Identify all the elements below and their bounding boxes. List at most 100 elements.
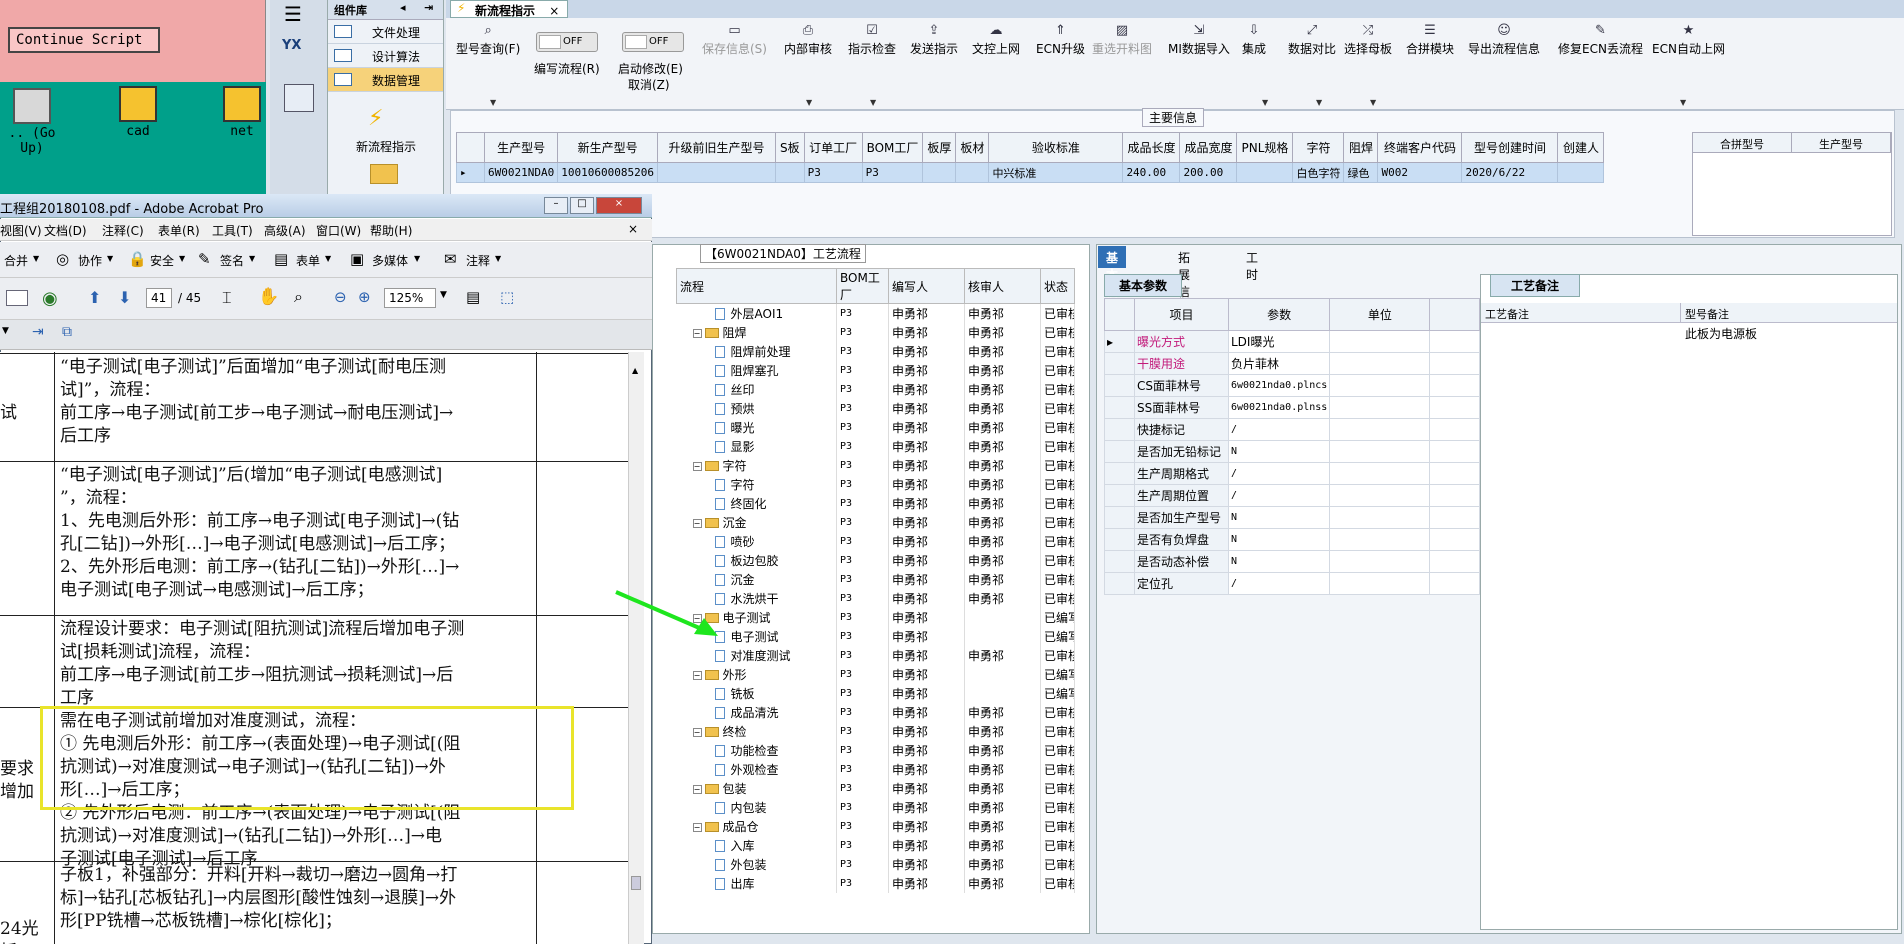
reselect-cutting-button[interactable]: ▨ 重选开料图 bbox=[1092, 22, 1152, 57]
acrobat-tool-lock[interactable]: 安全 bbox=[150, 252, 174, 269]
column-header[interactable]: 升级前旧生产型号 bbox=[656, 132, 776, 163]
new-flow-launch[interactable]: 新流程指示 bbox=[328, 138, 444, 155]
column-header[interactable]: 成品长度 bbox=[1122, 132, 1181, 163]
lightning-icon[interactable]: ⚡ bbox=[368, 106, 383, 131]
yx-logo-icon[interactable]: YX bbox=[282, 38, 316, 68]
next-page-icon[interactable]: ⬇ bbox=[118, 288, 131, 307]
table-cell[interactable] bbox=[922, 162, 957, 183]
lib-item-data-management[interactable]: 数据管理 bbox=[328, 68, 443, 92]
prev-page-icon[interactable]: ⬆ bbox=[88, 288, 101, 307]
collapse-icon[interactable]: − bbox=[692, 727, 702, 737]
tab-basic-info[interactable]: 基本信息 bbox=[1098, 246, 1127, 316]
maximize-icon[interactable]: □ bbox=[570, 197, 594, 214]
param-row[interactable]: 是否加无铅标记 N bbox=[1104, 440, 1481, 463]
save-info-button[interactable]: ▭ 保存信息(S) bbox=[702, 22, 767, 57]
integrate-button[interactable]: ⇩ 集成 bbox=[1242, 22, 1266, 57]
fit-page-icon[interactable]: ▤ bbox=[466, 288, 480, 306]
column-header[interactable]: 成品宽度 bbox=[1179, 132, 1238, 163]
param-unit[interactable] bbox=[1329, 418, 1431, 441]
chevron-down-icon[interactable]: ▼ bbox=[806, 98, 812, 107]
acrobat-tool-merge[interactable]: 合并 bbox=[4, 252, 28, 269]
table-cell[interactable] bbox=[1557, 162, 1605, 183]
param-row[interactable]: 是否加生产型号 N bbox=[1104, 506, 1481, 529]
param-unit[interactable] bbox=[1329, 440, 1431, 463]
acrobat-tool-media[interactable]: 多媒体 bbox=[372, 252, 408, 269]
chevron-down-icon[interactable]: ▼ bbox=[440, 290, 447, 300]
param-value[interactable]: / bbox=[1227, 462, 1331, 485]
tree-row[interactable]: 铣板 P3申勇祁 已编写 bbox=[676, 683, 1075, 703]
column-header[interactable]: 板厚 bbox=[922, 132, 957, 163]
param-row[interactable]: ▸ 曝光方式 LDI曝光 bbox=[1104, 330, 1481, 353]
table-cell[interactable]: 2020/6/22 bbox=[1461, 162, 1559, 183]
column-header[interactable]: 参数 bbox=[1227, 298, 1331, 331]
zoom-input[interactable]: 125% bbox=[384, 288, 436, 308]
column-header[interactable]: 核审人 bbox=[964, 268, 1041, 304]
tree-row[interactable]: 入库P3申勇祁申勇祁已审核 bbox=[676, 835, 1075, 855]
doc-online-button[interactable]: ☁ 文控上网 bbox=[972, 22, 1020, 57]
tree-row[interactable]: 丝印P3申勇祁申勇祁已审核 bbox=[676, 379, 1075, 399]
column-header[interactable]: 编写人 bbox=[888, 268, 965, 304]
menu-icon[interactable]: ☰ bbox=[284, 2, 302, 26]
pdf-scrollbar[interactable]: ▲ bbox=[628, 352, 644, 944]
menu-item[interactable]: 视图(V) bbox=[0, 222, 42, 239]
collapse-icon[interactable]: − bbox=[692, 784, 702, 794]
chevron-down-icon[interactable]: ▼ bbox=[2, 326, 9, 336]
menu-item[interactable]: 窗口(W) bbox=[316, 222, 361, 239]
tab-new-flow[interactable]: ⚡ 新流程指示 × bbox=[450, 0, 569, 18]
internal-review-button[interactable]: ⎙ 内部审核 bbox=[784, 22, 832, 57]
param-value[interactable]: 负片菲林 bbox=[1227, 352, 1331, 375]
row-selector[interactable] bbox=[1104, 550, 1135, 573]
param-value[interactable]: LDI曝光 bbox=[1227, 330, 1331, 353]
chevron-down-icon[interactable]: ▼ bbox=[249, 254, 255, 263]
tree-row[interactable]: −阻焊P3申勇祁申勇祁已审核 bbox=[676, 322, 1075, 342]
tree-row[interactable]: 板边包胶P3申勇祁申勇祁已审核 bbox=[676, 550, 1075, 570]
tree-row[interactable]: −字符P3申勇祁申勇祁已审核 bbox=[676, 455, 1075, 475]
tree-row[interactable]: 预烘P3申勇祁申勇祁已审核 bbox=[676, 398, 1075, 418]
param-value[interactable]: 6w0021nda0.plnss bbox=[1227, 396, 1331, 419]
table-cell[interactable] bbox=[774, 162, 805, 183]
acrobat-tool-sign[interactable]: 签名 bbox=[220, 252, 244, 269]
param-unit[interactable] bbox=[1329, 572, 1431, 595]
param-row[interactable]: 是否动态补偿 N bbox=[1104, 550, 1481, 573]
column-header[interactable]: 生产型号 bbox=[483, 132, 559, 163]
param-value[interactable]: N bbox=[1227, 528, 1331, 551]
chevron-down-icon[interactable]: ▼ bbox=[870, 98, 876, 107]
column-header[interactable]: 板材 bbox=[955, 132, 990, 163]
pin-icon[interactable]: ⇥ bbox=[424, 1, 433, 14]
chevron-down-icon[interactable]: ▼ bbox=[33, 254, 39, 263]
lib-item-file-processing[interactable]: 文件处理 bbox=[328, 20, 443, 44]
tab-extended-info[interactable]: 拓展信息 bbox=[1170, 246, 1198, 316]
write-flow-toggle[interactable]: OFF bbox=[536, 32, 598, 52]
chevron-down-icon[interactable]: ▼ bbox=[490, 98, 496, 107]
zoom-in-icon[interactable]: ⊕ bbox=[358, 288, 371, 306]
scroll-thumb[interactable] bbox=[631, 876, 641, 890]
tree-row[interactable]: −沉金P3申勇祁申勇祁已审核 bbox=[676, 512, 1075, 532]
column-header[interactable]: 单位 bbox=[1329, 298, 1431, 331]
tree-row[interactable]: 终固化P3申勇祁申勇祁已审核 bbox=[676, 493, 1075, 513]
tree-row[interactable]: 对准度测试P3申勇祁申勇祁已审核 bbox=[676, 645, 1075, 665]
tab-work-hours[interactable]: 工时 bbox=[1238, 246, 1266, 282]
column-header[interactable]: BOM工厂 bbox=[861, 132, 924, 163]
param-row[interactable]: 生产周期位置 / bbox=[1104, 484, 1481, 507]
tree-row[interactable]: 出库P3申勇祁申勇祁已审核 bbox=[676, 873, 1075, 893]
acrobat-tool-collaborate[interactable]: 协作 bbox=[78, 252, 102, 269]
collapse-icon[interactable]: − bbox=[692, 518, 702, 528]
tree-row[interactable]: 曝光P3申勇祁申勇祁已审核 bbox=[676, 417, 1075, 437]
hand-tool-icon[interactable]: ✋ bbox=[258, 287, 279, 307]
cancel-button[interactable]: 取消(Z) bbox=[628, 76, 670, 93]
tree-row[interactable]: 外包装P3申勇祁申勇祁已审核 bbox=[676, 854, 1075, 874]
param-row[interactable]: 快捷标记 / bbox=[1104, 418, 1481, 441]
tree-row[interactable]: 阻焊前处理P3申勇祁申勇祁已审核 bbox=[676, 341, 1075, 361]
tree-row[interactable]: 外层AOI1P3申勇祁申勇祁已审核 bbox=[676, 303, 1075, 323]
mi-import-button[interactable]: ⇲ MI数据导入 bbox=[1168, 22, 1230, 57]
menu-item[interactable]: 注释(C) bbox=[102, 222, 144, 239]
param-row[interactable]: 干膜用途 负片菲林 bbox=[1104, 352, 1481, 375]
row-selector[interactable] bbox=[1104, 462, 1135, 485]
param-value[interactable]: / bbox=[1227, 418, 1331, 441]
model-query-button[interactable]: ⌕ 型号查询(F) bbox=[456, 22, 520, 57]
zoom-out-icon[interactable]: ⊖ bbox=[334, 288, 347, 306]
tree-row[interactable]: 外观检查P3申勇祁申勇祁已审核 bbox=[676, 759, 1075, 779]
column-header[interactable]: 验收标准 bbox=[988, 132, 1124, 163]
acrobat-tool-form[interactable]: 表单 bbox=[296, 252, 320, 269]
menu-item[interactable]: 工具(T) bbox=[212, 222, 253, 239]
